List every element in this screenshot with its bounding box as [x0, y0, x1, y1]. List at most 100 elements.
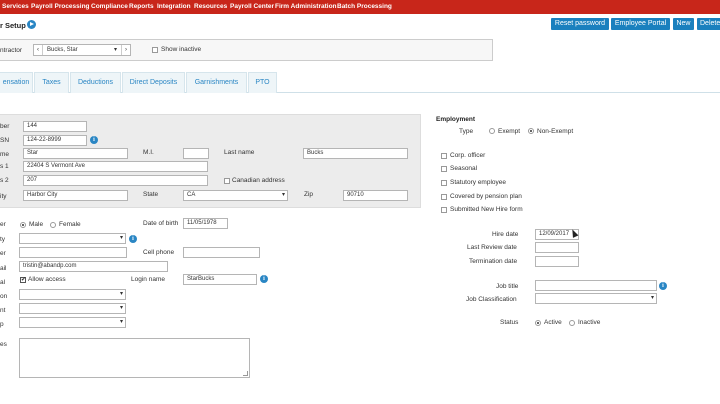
contractor-label: ntractor — [0, 47, 23, 54]
employee-portal-button[interactable]: Employee Portal — [611, 18, 670, 30]
gender-label: er — [0, 221, 6, 228]
seasonal-label: Seasonal — [450, 165, 478, 172]
ssn-info-icon[interactable]: i — [90, 136, 98, 144]
state-select[interactable]: CA — [183, 190, 288, 201]
first-name-label: me — [0, 151, 10, 158]
non-exempt-radio[interactable] — [528, 128, 534, 134]
nav-compliance[interactable]: Compliance — [91, 3, 128, 10]
login-info-icon[interactable]: i — [260, 275, 268, 283]
dob-label: Date of birth — [143, 220, 179, 227]
zip-input[interactable]: 90710 — [343, 190, 408, 201]
seasonal-checkbox[interactable] — [441, 166, 447, 172]
pension-plan-checkbox[interactable] — [441, 194, 447, 200]
phone-input[interactable] — [19, 247, 127, 258]
tab-pto[interactable]: PTO — [248, 72, 277, 93]
gender-female-label: Female — [59, 221, 81, 228]
employment-heading: Employment — [436, 116, 476, 123]
nav-resources[interactable]: Resources — [194, 3, 227, 10]
ethnicity-label: ty — [0, 236, 6, 243]
mi-label: M.I. — [143, 149, 154, 156]
exempt-label: Exempt — [498, 128, 521, 135]
corp-officer-checkbox[interactable] — [441, 153, 447, 159]
new-hire-form-checkbox[interactable] — [441, 207, 447, 213]
delete-button[interactable]: Delete — [697, 18, 720, 30]
tab-taxes[interactable]: Taxes — [34, 72, 69, 93]
phone-label: er — [0, 250, 6, 257]
last-name-label: Last name — [224, 149, 255, 156]
job-classification-select[interactable] — [535, 293, 657, 304]
status-label: Status — [500, 319, 519, 326]
nav-payroll-processing[interactable]: Payroll Processing — [31, 3, 90, 10]
mi-input[interactable] — [183, 148, 209, 159]
employee-number-input[interactable]: 144 — [23, 121, 87, 132]
select-row-3-label: p — [0, 321, 4, 328]
email-input[interactable]: tristin@abandp.com — [19, 261, 168, 272]
new-button[interactable]: New — [673, 18, 694, 30]
canadian-address-checkbox[interactable] — [224, 178, 230, 184]
reset-password-button[interactable]: Reset password — [551, 18, 609, 30]
employee-number-label: ber — [0, 123, 10, 130]
select-row-2-label: nt — [0, 307, 6, 314]
select-row-1-label: on — [0, 293, 8, 300]
exempt-radio[interactable] — [489, 128, 495, 134]
tab-deductions[interactable]: Deductions — [70, 72, 121, 93]
nav-integration[interactable]: Integration — [157, 3, 191, 10]
tab-compensation[interactable]: ensation — [0, 72, 33, 93]
dob-input[interactable]: 11/05/1978 — [183, 218, 228, 229]
gender-male-radio[interactable] — [20, 222, 26, 228]
contractor-selected-value: Bucks, Star — [47, 47, 78, 53]
ssn-input[interactable]: 124-22-8999 — [23, 135, 87, 146]
ethnicity-select[interactable] — [19, 233, 126, 244]
contractor-selector-panel: ntractor ‹ Bucks, Star ▾ › Show inactive — [0, 39, 493, 61]
tab-direct-deposits[interactable]: Direct Deposits — [122, 72, 185, 93]
last-name-input[interactable]: Bucks — [303, 148, 408, 159]
login-name-input[interactable]: StarBucks — [183, 274, 257, 285]
nav-services[interactable]: Services — [2, 3, 29, 10]
ethnicity-info-icon[interactable]: i — [129, 235, 137, 243]
status-inactive-radio[interactable] — [569, 320, 575, 326]
chevron-right-icon[interactable]: › — [121, 45, 130, 55]
statutory-employee-checkbox[interactable] — [441, 180, 447, 186]
termination-date-input[interactable] — [535, 256, 579, 267]
job-title-label: Job title — [496, 283, 519, 290]
notes-textarea[interactable] — [19, 338, 250, 378]
corp-officer-label: Corp. officer — [450, 152, 486, 159]
select-row-3[interactable] — [19, 317, 126, 328]
status-inactive-label: Inactive — [578, 319, 601, 326]
canadian-address-label: Canadian address — [232, 177, 285, 184]
nav-reports[interactable]: Reports — [129, 3, 154, 10]
non-exempt-label: Non-Exempt — [537, 128, 574, 135]
nav-payroll-center[interactable]: Payroll Center — [230, 3, 274, 10]
ssn-label: SN — [0, 137, 10, 144]
show-inactive-checkbox[interactable] — [152, 47, 158, 53]
play-icon[interactable] — [27, 20, 36, 29]
show-inactive-label: Show inactive — [161, 46, 202, 53]
cell-phone-input[interactable] — [183, 247, 260, 258]
contractor-select[interactable]: ‹ Bucks, Star ▾ › — [33, 44, 131, 56]
statutory-employee-label: Statutory employee — [450, 179, 507, 186]
select-row-2[interactable] — [19, 303, 126, 314]
job-title-info-icon[interactable]: i — [659, 282, 667, 290]
state-label: State — [143, 191, 159, 198]
chevron-left-icon[interactable]: ‹ — [34, 45, 43, 55]
portal-label: al — [0, 279, 6, 286]
tab-garnishments[interactable]: Garnishments — [186, 72, 247, 93]
termination-date-label: Termination date — [469, 258, 518, 265]
select-row-1[interactable] — [19, 289, 126, 300]
dropdown-caret-icon: ▾ — [114, 47, 118, 53]
address2-input[interactable]: 207 — [23, 175, 208, 186]
last-review-date-input[interactable] — [535, 242, 579, 253]
first-name-input[interactable]: Star — [23, 148, 128, 159]
job-classification-label: Job Classification — [466, 296, 517, 303]
address1-input[interactable]: 22404 S Vermont Ave — [23, 161, 208, 172]
status-active-radio[interactable] — [535, 320, 541, 326]
allow-access-checkbox[interactable] — [20, 276, 26, 283]
nav-batch-processing[interactable]: Batch Processing — [337, 3, 392, 10]
gender-female-radio[interactable] — [50, 222, 56, 228]
nav-firm-administration[interactable]: Firm Administration — [275, 3, 337, 10]
city-input[interactable]: Harbor City — [23, 190, 128, 201]
tab-bar: ensation Taxes Deductions Direct Deposit… — [0, 72, 720, 93]
gender-male-label: Male — [29, 221, 44, 228]
job-title-input[interactable] — [535, 280, 657, 291]
hire-date-label: Hire date — [492, 231, 519, 238]
